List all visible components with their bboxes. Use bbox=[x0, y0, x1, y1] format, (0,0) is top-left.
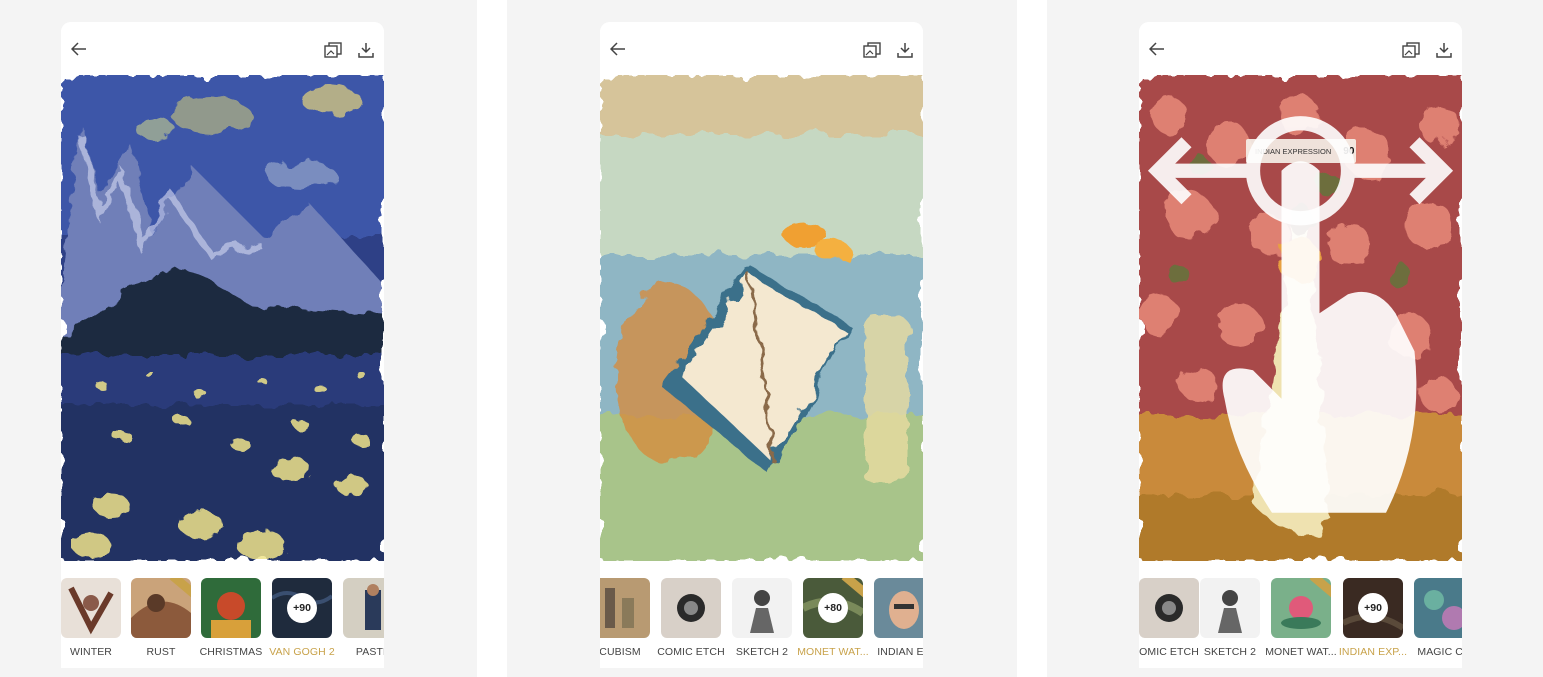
filter-thumb-indian-expression[interactable] bbox=[874, 578, 923, 638]
filter-label: MONET WAT... bbox=[1265, 646, 1337, 658]
more-styles-badge: +80 bbox=[818, 593, 848, 623]
filter-thumb-winter[interactable] bbox=[61, 578, 121, 638]
filter-label: CHRISTMAS bbox=[199, 646, 263, 658]
top-toolbar bbox=[61, 22, 384, 75]
download-icon[interactable] bbox=[897, 42, 913, 58]
back-arrow-icon[interactable] bbox=[610, 42, 626, 56]
filter-label: PASTE bbox=[355, 646, 384, 658]
filter-strip[interactable]: WINTER RUST CHRISTMAS +90 VAN GOGH 2 PAS… bbox=[61, 578, 384, 668]
filter-thumb-sketch-2[interactable] bbox=[1200, 578, 1260, 638]
download-icon[interactable] bbox=[358, 42, 374, 58]
filter-label: SKETCH 2 bbox=[1203, 646, 1257, 658]
filter-thumb-comic-etch[interactable] bbox=[1139, 578, 1199, 638]
compare-icon[interactable] bbox=[863, 42, 881, 58]
screen-3-phone: INDIAN EXPRESSION 90 OMIC ETCH SKETCH 2 … bbox=[1139, 22, 1462, 668]
filter-label-selected: MONET WAT... bbox=[797, 646, 869, 658]
filter-label-selected: INDIAN EXP... bbox=[1338, 646, 1408, 658]
filter-label: SKETCH 2 bbox=[735, 646, 789, 658]
filter-thumb-monet-watercolor[interactable]: +80 bbox=[803, 578, 863, 638]
filter-thumb-rust[interactable] bbox=[131, 578, 191, 638]
filter-thumb-paste[interactable] bbox=[343, 578, 384, 638]
swipe-hand-icon bbox=[1147, 116, 1454, 513]
download-icon[interactable] bbox=[1436, 42, 1452, 58]
filter-label: MAGIC CU bbox=[1417, 646, 1462, 658]
back-arrow-icon[interactable] bbox=[71, 42, 87, 56]
artwork-canvas[interactable] bbox=[600, 75, 923, 561]
van-gogh-artwork bbox=[61, 75, 384, 561]
compare-icon[interactable] bbox=[1402, 42, 1420, 58]
filter-strip[interactable]: CUBISM COMIC ETCH SKETCH 2 +80 MONET WAT… bbox=[600, 578, 923, 668]
artwork-canvas[interactable]: INDIAN EXPRESSION 90 bbox=[1139, 75, 1462, 561]
filter-thumb-monet-watercolor[interactable] bbox=[1271, 578, 1331, 638]
filter-thumb-magic-cube[interactable] bbox=[1414, 578, 1462, 638]
top-toolbar bbox=[1139, 22, 1462, 75]
filter-label: INDIAN EX bbox=[877, 646, 923, 658]
compare-icon[interactable] bbox=[324, 42, 342, 58]
filter-thumb-van-gogh-2[interactable]: +90 bbox=[272, 578, 332, 638]
filter-label: WINTER bbox=[69, 646, 112, 658]
screen-1-phone: WINTER RUST CHRISTMAS +90 VAN GOGH 2 PAS… bbox=[61, 22, 384, 668]
filter-strip[interactable]: OMIC ETCH SKETCH 2 MONET WAT... +90 INDI… bbox=[1139, 578, 1462, 668]
back-arrow-icon[interactable] bbox=[1149, 42, 1165, 56]
filter-thumb-sketch-2[interactable] bbox=[732, 578, 792, 638]
more-styles-badge: +90 bbox=[1358, 593, 1388, 623]
filter-thumb-christmas[interactable] bbox=[201, 578, 261, 638]
filter-thumb-comic-etch[interactable] bbox=[661, 578, 721, 638]
screen-2-phone: CUBISM COMIC ETCH SKETCH 2 +80 MONET WAT… bbox=[600, 22, 923, 668]
artwork-canvas[interactable] bbox=[61, 75, 384, 561]
filter-label: CUBISM bbox=[600, 646, 641, 658]
top-toolbar bbox=[600, 22, 923, 75]
monet-artwork bbox=[600, 75, 923, 561]
filter-label-selected: VAN GOGH 2 bbox=[269, 646, 335, 658]
filter-label: RUST bbox=[146, 646, 176, 658]
filter-thumb-cubism[interactable] bbox=[600, 578, 650, 638]
more-styles-badge: +90 bbox=[287, 593, 317, 623]
filter-label: COMIC ETCH bbox=[657, 646, 725, 658]
filter-thumb-indian-expression[interactable]: +90 bbox=[1343, 578, 1403, 638]
